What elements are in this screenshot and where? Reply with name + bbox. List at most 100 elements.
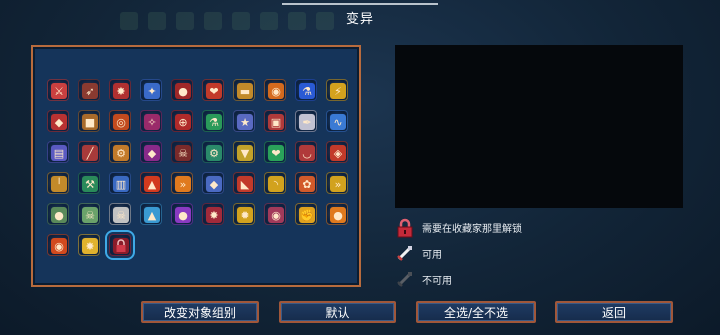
- mutation-slot[interactable]: ➶: [78, 79, 100, 101]
- red-orb-mutation-icon: ●: [175, 83, 191, 99]
- sword-icon: [396, 244, 414, 262]
- chevrons-mutation-icon: »: [175, 176, 191, 192]
- skull-green-mutation-icon: ☠: [82, 207, 98, 223]
- mutation-slot[interactable]: ✦: [140, 79, 162, 101]
- pumpkin-mutation-icon: ◉: [268, 83, 284, 99]
- mutation-slot[interactable]: ●: [171, 79, 193, 101]
- default-button[interactable]: 默认: [279, 301, 396, 323]
- mutation-slot[interactable]: ◝: [264, 172, 286, 194]
- gun-mutation-icon: ▬: [237, 83, 253, 99]
- book-mutation-icon: ▤: [51, 145, 67, 161]
- mutation-slot[interactable]: [105, 230, 135, 260]
- horn-mutation-icon: ◝: [268, 176, 284, 192]
- locked-mutation-icon: [113, 238, 129, 254]
- mutation-slot[interactable]: ❤: [264, 141, 286, 163]
- mutation-slot[interactable]: ╵: [47, 172, 69, 194]
- mutation-slot[interactable]: ◡: [295, 141, 317, 163]
- mutation-slot[interactable]: ◉: [264, 203, 286, 225]
- mutation-slot[interactable]: ☠: [109, 203, 131, 225]
- flower-mutation-icon: ✿: [299, 176, 315, 192]
- shield-blue-mutation-icon: ◆: [206, 176, 222, 192]
- mutation-slot[interactable]: ✒: [295, 110, 317, 132]
- mutation-slot[interactable]: ∿: [326, 110, 348, 132]
- mutation-slot[interactable]: »: [326, 172, 348, 194]
- mutation-slot[interactable]: »: [171, 172, 193, 194]
- mutation-slot[interactable]: ✸: [109, 79, 131, 101]
- mutation-slot[interactable]: ◆: [140, 141, 162, 163]
- bowl-mutation-icon: ◡: [299, 145, 315, 161]
- mutation-slot[interactable]: ◆: [202, 172, 224, 194]
- key-mutation-icon: ✒: [299, 114, 315, 130]
- legend-label: 可用: [422, 249, 442, 261]
- mutation-slot[interactable]: ✸: [78, 234, 100, 256]
- mutation-slot[interactable]: ▣: [264, 110, 286, 132]
- legend-label: 不可用: [422, 275, 452, 287]
- mutation-slot[interactable]: ⚗: [295, 79, 317, 101]
- blade-blue-mutation-icon: ✦: [144, 83, 160, 99]
- heart-green-mutation-icon: ❤: [268, 145, 284, 161]
- mutation-slot[interactable]: ★: [233, 110, 255, 132]
- mutation-slot[interactable]: ◉: [264, 79, 286, 101]
- mutation-slot[interactable]: ✿: [295, 172, 317, 194]
- legend-label: 需要在收藏家那里解锁: [422, 223, 522, 235]
- target-mutation-icon: ⊕: [175, 114, 191, 130]
- mutation-slot[interactable]: ✸: [202, 203, 224, 225]
- mutation-slot[interactable]: ✧: [140, 110, 162, 132]
- mutation-slot[interactable]: ●: [47, 203, 69, 225]
- mutation-slot[interactable]: ◎: [109, 110, 131, 132]
- mutation-slot[interactable]: ◆: [47, 110, 69, 132]
- mutation-slot[interactable]: ⚡: [326, 79, 348, 101]
- mutation-slot[interactable]: ⚙: [202, 141, 224, 163]
- beast-mutation-icon: ◉: [268, 207, 284, 223]
- mutation-slot[interactable]: ▲: [140, 172, 162, 194]
- mutation-slot[interactable]: ✊: [295, 203, 317, 225]
- top-divider: [282, 3, 438, 5]
- star-mutation-icon: ★: [237, 114, 253, 130]
- change-target-group-button[interactable]: 改变对象组别: [141, 301, 259, 323]
- lock-icon: [396, 218, 414, 238]
- mutation-slot[interactable]: ❤: [202, 79, 224, 101]
- mutation-slot[interactable]: ▲: [140, 203, 162, 225]
- mutation-slot[interactable]: ✹: [233, 203, 255, 225]
- mutation-slot[interactable]: ▥: [109, 172, 131, 194]
- barrel-mutation-icon: ■: [82, 114, 98, 130]
- mutation-slot[interactable]: ⚗: [202, 110, 224, 132]
- mutation-slot[interactable]: ◣: [233, 172, 255, 194]
- mutation-slot[interactable]: ⚙: [109, 141, 131, 163]
- torch-mutation-icon: ╵: [51, 176, 67, 192]
- gear-mutation-icon: ⚙: [113, 145, 129, 161]
- mutation-slot[interactable]: ■: [78, 110, 100, 132]
- spear-mutation-icon: ╱: [82, 145, 98, 161]
- mutation-slot[interactable]: ◉: [47, 234, 69, 256]
- mutation-slot[interactable]: ▤: [47, 141, 69, 163]
- mask-mutation-icon: ●: [51, 207, 67, 223]
- burst-mutation-icon: ✹: [237, 207, 253, 223]
- mutation-slot[interactable]: ●: [326, 203, 348, 225]
- mutation-slot[interactable]: ╱: [78, 141, 100, 163]
- mutation-slot[interactable]: ⚔: [47, 79, 69, 101]
- mutation-slot[interactable]: ⚒: [78, 172, 100, 194]
- mutation-slot[interactable]: ▬: [233, 79, 255, 101]
- wave-mutation-icon: ∿: [330, 114, 346, 130]
- apple-mutation-icon: ●: [330, 207, 346, 223]
- crossbow-mutation-icon: ➶: [82, 83, 98, 99]
- legend-unavailable: 不可用: [396, 269, 452, 289]
- ring-mutation-icon: ◎: [113, 114, 129, 130]
- page-title: 变异: [345, 12, 374, 27]
- axe-mutation-icon: ⚒: [82, 176, 98, 192]
- mutation-slot[interactable]: ▼: [233, 141, 255, 163]
- mutation-slot[interactable]: ⊕: [171, 110, 193, 132]
- back-button[interactable]: 返回: [555, 301, 673, 323]
- mutation-slot[interactable]: ☠: [78, 203, 100, 225]
- armor-mutation-icon: ▥: [113, 176, 129, 192]
- select-all-none-button[interactable]: 全选/全不选: [416, 301, 536, 323]
- orb-purple-mutation-icon: ●: [175, 207, 191, 223]
- mutation-slot[interactable]: ◈: [326, 141, 348, 163]
- mutation-slot[interactable]: ☠: [171, 141, 193, 163]
- skull-mutation-icon: ☠: [175, 145, 191, 161]
- sword-grey-icon: [396, 270, 414, 288]
- spider-mutation-icon: ✸: [113, 83, 129, 99]
- mutation-slot[interactable]: ●: [171, 203, 193, 225]
- flame-mutation-icon: ▲: [144, 176, 160, 192]
- cat-mutation-icon: ▲: [144, 207, 160, 223]
